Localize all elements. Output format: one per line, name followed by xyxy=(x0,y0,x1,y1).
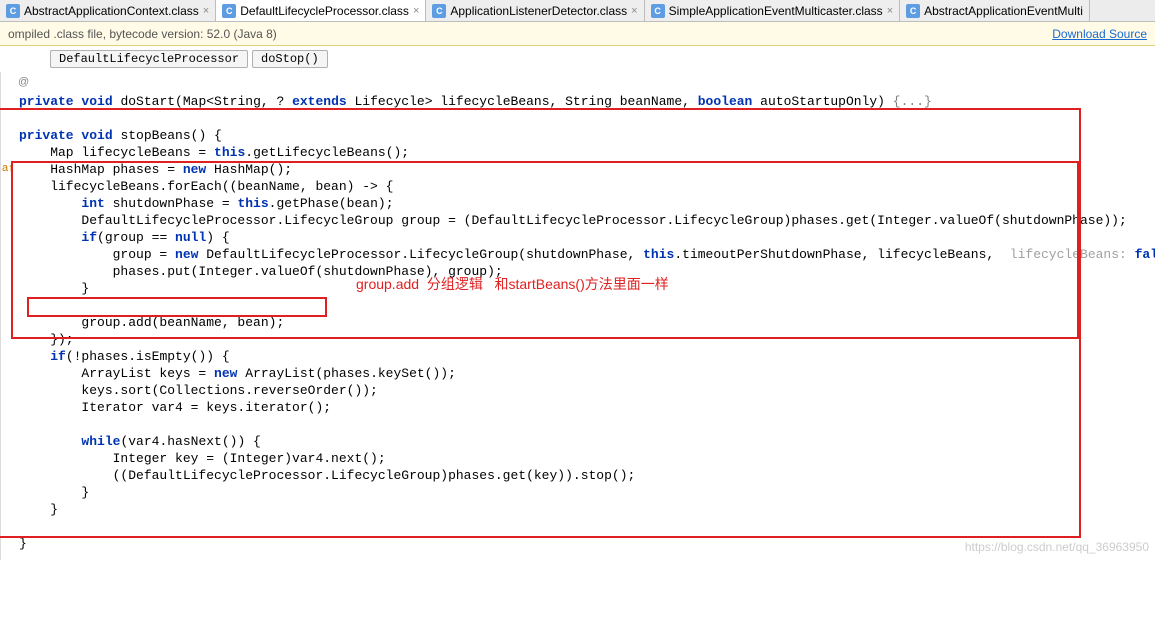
t: .getLifecycleBeans(); xyxy=(245,145,409,160)
t xyxy=(19,196,81,211)
t: ((DefaultLifecycleProcessor.LifecycleGro… xyxy=(19,468,635,483)
t: Integer key = (Integer)var4.next(); xyxy=(19,451,386,466)
tab-default-lifecycle[interactable]: C DefaultLifecycleProcessor.class × xyxy=(216,0,426,21)
t: } xyxy=(19,485,89,500)
t: } xyxy=(19,502,58,517)
tab-event-multicaster[interactable]: C SimpleApplicationEventMulticaster.clas… xyxy=(645,0,901,21)
t: (var4.hasNext()) { xyxy=(120,434,260,449)
t xyxy=(19,434,81,449)
t: } xyxy=(19,536,27,551)
kw: false xyxy=(1135,247,1155,262)
t: group.add(beanName, bean); xyxy=(19,315,284,330)
t: (!phases.isEmpty()) { xyxy=(66,349,230,364)
close-icon[interactable]: × xyxy=(631,5,637,17)
param-hint: lifecycleBeans: xyxy=(1002,247,1135,262)
t: doStart(Map<String, ? xyxy=(113,94,292,109)
class-icon: C xyxy=(906,4,920,18)
close-icon[interactable]: × xyxy=(887,5,893,17)
fold-icon[interactable]: {...} xyxy=(893,94,932,109)
close-icon[interactable]: × xyxy=(413,5,419,17)
download-source-link[interactable]: Download Source xyxy=(1052,27,1147,41)
t: } xyxy=(19,281,89,296)
code-editor[interactable]: private void doStart(Map<String, ? exten… xyxy=(1,72,1155,560)
class-icon: C xyxy=(222,4,236,18)
tab-abstract-event[interactable]: C AbstractApplicationEventMulti xyxy=(900,0,1090,21)
kw: new xyxy=(214,366,237,381)
t: stopBeans() { xyxy=(113,128,222,143)
kw: new xyxy=(175,247,198,262)
class-icon: C xyxy=(6,4,20,18)
t: Iterator var4 = keys.iterator(); xyxy=(19,400,331,415)
kw: void xyxy=(81,94,112,109)
editor-area: @ a↑ private void doStart(Map<String, ? … xyxy=(0,72,1155,560)
annotation-text: group.add 分组逻辑 和startBeans()方法里面一样 xyxy=(356,276,669,293)
watermark: https://blog.csdn.net/qq_36963950 xyxy=(965,540,1149,554)
class-icon: C xyxy=(432,4,446,18)
t: keys.sort(Collections.reverseOrder()); xyxy=(19,383,378,398)
kw: null xyxy=(175,230,206,245)
close-icon[interactable]: × xyxy=(203,5,209,17)
kw: if xyxy=(81,230,97,245)
editor-tabs: C AbstractApplicationContext.class × C D… xyxy=(0,0,1155,22)
t: .timeoutPerShutdownPhase, lifecycleBeans… xyxy=(674,247,1002,262)
t: lifecycleBeans.forEach((beanName, bean) … xyxy=(19,179,393,194)
kw: while xyxy=(81,434,120,449)
t: HashMap phases = xyxy=(19,162,183,177)
kw: this xyxy=(237,196,268,211)
t: }); xyxy=(19,332,74,347)
kw: void xyxy=(81,128,112,143)
kw: int xyxy=(81,196,104,211)
tab-label: AbstractApplicationContext.class xyxy=(24,4,199,18)
tab-listener-detector[interactable]: C ApplicationListenerDetector.class × xyxy=(426,0,644,21)
class-icon: C xyxy=(651,4,665,18)
info-bar: ompiled .class file, bytecode version: 5… xyxy=(0,22,1155,46)
decompiled-info: ompiled .class file, bytecode version: 5… xyxy=(8,27,277,41)
kw: private xyxy=(19,128,74,143)
breadcrumb-method[interactable]: doStop() xyxy=(252,50,328,68)
kw: this xyxy=(643,247,674,262)
t xyxy=(19,230,81,245)
t xyxy=(19,349,50,364)
tab-label: DefaultLifecycleProcessor.class xyxy=(240,4,409,18)
tab-label: AbstractApplicationEventMulti xyxy=(924,4,1083,18)
t: (group == xyxy=(97,230,175,245)
kw: this xyxy=(214,145,245,160)
breadcrumb-class[interactable]: DefaultLifecycleProcessor xyxy=(50,50,248,68)
kw: boolean xyxy=(698,94,753,109)
kw: if xyxy=(50,349,66,364)
t: .getPhase(bean); xyxy=(269,196,394,211)
t: Map lifecycleBeans = xyxy=(19,145,214,160)
highlight-box-small xyxy=(27,297,327,317)
breadcrumb: DefaultLifecycleProcessor doStop() xyxy=(0,46,1155,72)
tab-label: SimpleApplicationEventMulticaster.class xyxy=(669,4,883,18)
t: Lifecycle> lifecycleBeans, String beanNa… xyxy=(347,94,698,109)
t: HashMap(); xyxy=(206,162,292,177)
t: DefaultLifecycleProcessor.LifecycleGroup… xyxy=(19,213,1127,228)
tab-abstract-context[interactable]: C AbstractApplicationContext.class × xyxy=(0,0,216,21)
t: group = xyxy=(19,247,175,262)
t: DefaultLifecycleProcessor.LifecycleGroup… xyxy=(198,247,643,262)
kw: extends xyxy=(292,94,347,109)
t: shutdownPhase = xyxy=(105,196,238,211)
t: ) { xyxy=(206,230,229,245)
t: ArrayList(phases.keySet()); xyxy=(237,366,455,381)
t: autoStartupOnly) xyxy=(752,94,892,109)
t: ArrayList keys = xyxy=(19,366,214,381)
kw: new xyxy=(183,162,206,177)
kw: private xyxy=(19,94,74,109)
tab-label: ApplicationListenerDetector.class xyxy=(450,4,627,18)
